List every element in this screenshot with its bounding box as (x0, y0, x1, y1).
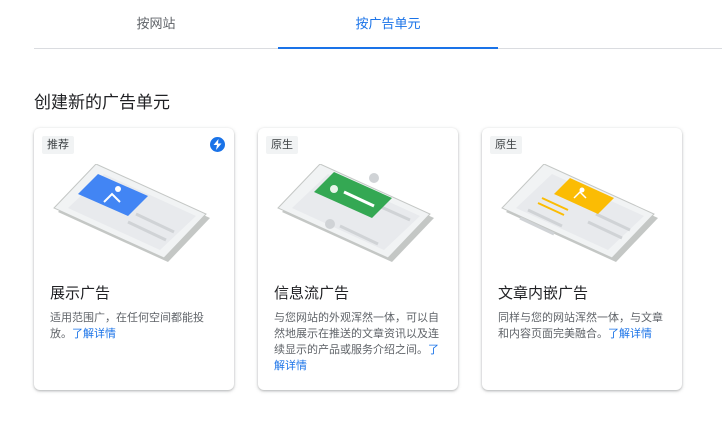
bolt-icon (210, 137, 225, 152)
in-feed-ad-illustration (277, 164, 434, 262)
card-in-feed-ads[interactable]: 原生 信息流广告 与您网站的外观浑然一体，可以自然地展示在推送的文章资讯以及连续… (258, 128, 458, 390)
tab-by-site[interactable]: 按网站 (34, 0, 278, 48)
learn-more-link[interactable]: 了解详情 (608, 327, 652, 340)
card-title: 展示广告 (50, 284, 111, 302)
card-description: 同样与您的网站浑然一体，与文章和内容页面完美融合。了解详情 (498, 311, 663, 340)
native-tag: 原生 (266, 136, 298, 154)
card-description: 与您网站的外观浑然一体，可以自然地展示在推送的文章资讯以及连续显示的产品或服务介… (274, 311, 439, 372)
section-title: 创建新的广告单元 (34, 93, 170, 113)
learn-more-link[interactable]: 了解详情 (72, 327, 116, 340)
card-title: 信息流广告 (274, 284, 350, 302)
card-display-ads[interactable]: 推荐 展示广告 适用范围广，在任何空间都能投放。了解详情 (34, 128, 234, 390)
tab-by-ad-unit[interactable]: 按广告单元 (278, 0, 498, 49)
in-article-ad-illustration (501, 164, 658, 262)
native-tag: 原生 (490, 136, 522, 154)
tab-bar: 按网站 按广告单元 (34, 0, 722, 49)
recommended-tag: 推荐 (42, 136, 74, 154)
card-description: 适用范围广，在任何空间都能投放。了解详情 (50, 311, 204, 340)
card-title: 文章内嵌广告 (498, 284, 589, 302)
card-in-article-ads[interactable]: 原生 文章内嵌广告 同样与您的网站浑然一体，与文章和内容页面完美融合。了解详情 (482, 128, 682, 390)
display-ad-illustration (53, 164, 210, 262)
